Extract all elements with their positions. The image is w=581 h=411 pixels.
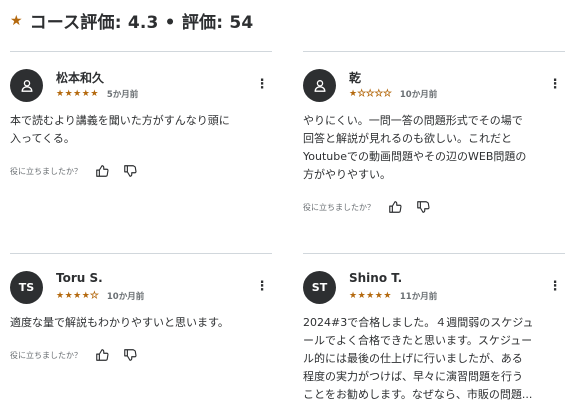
star-rating: ★ ★ ★ ★ ★ bbox=[56, 291, 99, 302]
star-rating: ★ ★ ★ ★ ★ bbox=[56, 89, 99, 99]
star-icon: ★ bbox=[357, 291, 366, 301]
review-date: 11か月前 bbox=[399, 292, 438, 302]
course-rating-title: コース評価: 4.3 • 評価: 54 bbox=[29, 12, 254, 33]
review-text: 2024#3で合格しました。４週間弱のスケジュ ールでよく合格できたと思います。… bbox=[303, 316, 534, 401]
reviewer-name: Toru S. bbox=[56, 271, 103, 285]
star-outline-icon: ★ bbox=[90, 291, 99, 302]
review-text: 適度な量で解説もわかりやすいと思います。 bbox=[10, 316, 229, 329]
star-icon: ★ bbox=[81, 89, 90, 99]
user-icon bbox=[314, 79, 325, 92]
user-icon bbox=[21, 79, 32, 92]
course-rating-header: ★ コース評価: 4.3 • 評価: 54 bbox=[10, 8, 254, 33]
thumbs-down-icon[interactable] bbox=[122, 347, 138, 363]
reviewer-name: 松本和久 bbox=[56, 71, 105, 85]
thumbs-down-icon[interactable] bbox=[415, 199, 431, 215]
star-icon: ★ bbox=[349, 89, 358, 99]
thumbs-up-icon[interactable] bbox=[387, 199, 403, 215]
reviewer-name: 乾 bbox=[349, 71, 362, 85]
avatar bbox=[10, 69, 43, 102]
star-outline-icon: ★ bbox=[366, 89, 375, 100]
star-icon: ★ bbox=[366, 291, 375, 301]
review-date: 10か月前 bbox=[399, 90, 438, 100]
star-outline-icon: ★ bbox=[374, 89, 383, 100]
review-card: 松本和久 ★ ★ ★ ★ ★ 5か月前 ⋮ 本で読むより講義を聞いた方がすんなり頭に 入… bbox=[10, 51, 272, 180]
star-icon: ★ bbox=[349, 291, 358, 301]
helpful-prompt: 役に立ちましたか？ bbox=[10, 166, 82, 176]
helpful-row: 役に立ちましたか？ bbox=[10, 162, 272, 180]
reviewer-name: Shino T. bbox=[349, 271, 403, 285]
star-icon: ★ bbox=[64, 291, 73, 301]
helpful-prompt: 役に立ちましたか？ bbox=[303, 202, 375, 212]
thumbs-down-icon[interactable] bbox=[122, 163, 138, 179]
review-text: 本で読むより講義を聞いた方がすんなり頭に 入ってくる。 bbox=[10, 114, 230, 145]
review-date: 5か月前 bbox=[106, 90, 139, 100]
star-icon: ★ bbox=[64, 89, 73, 99]
star-outline-icon: ★ bbox=[357, 89, 366, 100]
helpful-prompt: 役に立ちましたか？ bbox=[10, 350, 82, 360]
review-date: 10か月前 bbox=[106, 292, 145, 302]
star-icon: ★ bbox=[73, 89, 82, 99]
more-options-icon[interactable]: ⋮ bbox=[545, 276, 565, 296]
star-outline-icon: ★ bbox=[383, 89, 392, 100]
star-icon: ★ bbox=[90, 89, 99, 99]
thumbs-up-icon[interactable] bbox=[94, 163, 110, 179]
more-options-icon[interactable]: ⋮ bbox=[252, 276, 272, 296]
star-icon: ★ bbox=[10, 12, 23, 29]
star-icon: ★ bbox=[374, 291, 383, 301]
star-icon: ★ bbox=[81, 291, 90, 301]
review-text: やりにくい。一問一答の問題形式でその場で 回答と解説が見れるのも欲しい。これだと… bbox=[303, 114, 527, 181]
helpful-row: 役に立ちましたか？ bbox=[303, 198, 565, 216]
helpful-row: 役に立ちましたか？ bbox=[10, 346, 272, 364]
more-options-icon[interactable]: ⋮ bbox=[545, 74, 565, 94]
avatar bbox=[303, 69, 336, 102]
star-icon: ★ bbox=[56, 291, 65, 301]
review-card: TS Toru S. ★ ★ ★ ★ ★ 10か月前 ⋮ 適度な量で解説もわかりやすいと… bbox=[10, 253, 272, 364]
thumbs-up-icon[interactable] bbox=[94, 347, 110, 363]
avatar: ST bbox=[303, 271, 336, 304]
star-icon: ★ bbox=[383, 291, 392, 301]
review-card: ST Shino T. ★ ★ ★ ★ ★ 11か月前 ⋮ 2024#3で合格しました。… bbox=[303, 253, 565, 404]
star-rating: ★ ★ ★ ★ ★ bbox=[349, 291, 392, 301]
more-options-icon[interactable]: ⋮ bbox=[252, 74, 272, 94]
review-card: 乾 ★ ★ ★ ★ ★ 10か月前 ⋮ やりにくい。一問一答の問題形式でその場で 回答と… bbox=[303, 51, 565, 216]
avatar: TS bbox=[10, 271, 43, 304]
star-rating: ★ ★ ★ ★ ★ bbox=[349, 89, 392, 100]
star-icon: ★ bbox=[73, 291, 82, 301]
star-icon: ★ bbox=[56, 89, 65, 99]
